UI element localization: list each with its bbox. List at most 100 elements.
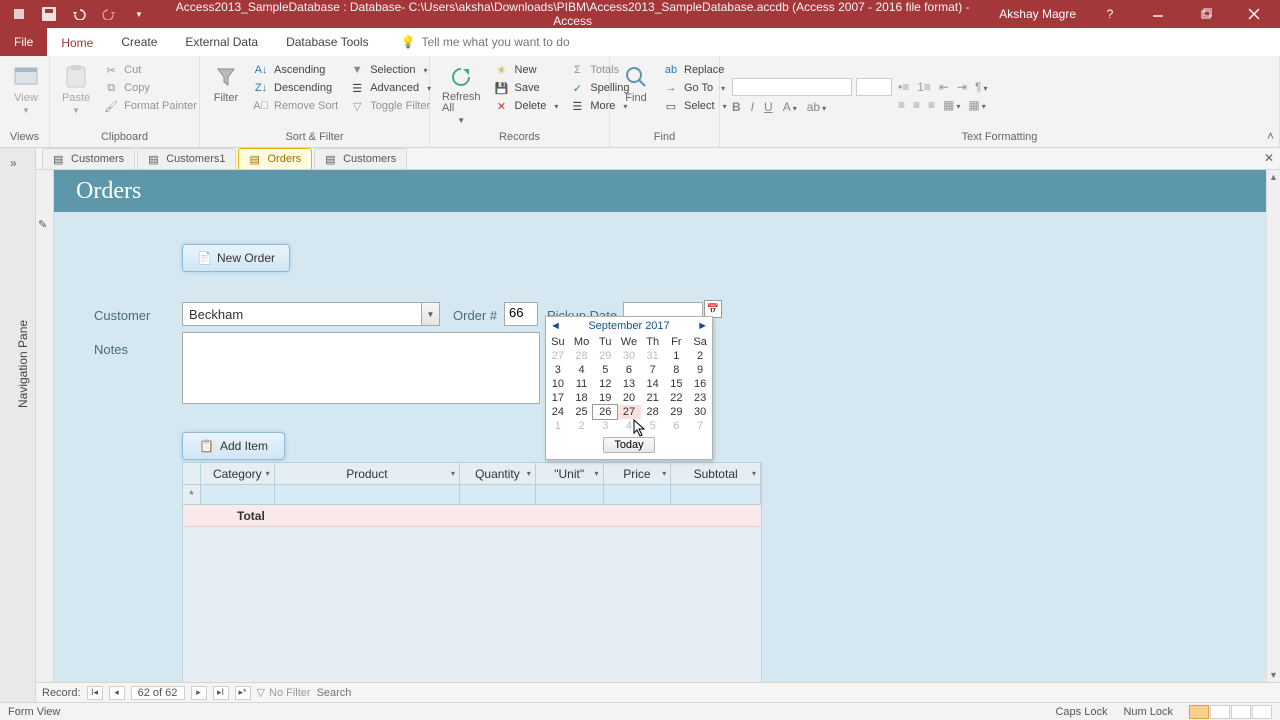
filter-arrow-icon[interactable]: ▾	[752, 469, 756, 478]
calendar-day[interactable]: 27	[546, 349, 570, 363]
selection-button[interactable]: ▼Selection▾	[348, 62, 433, 78]
refresh-all-button[interactable]: Refresh All▼	[438, 60, 485, 129]
remove-sort-button[interactable]: A⃠Remove Sort	[252, 98, 340, 114]
calendar-day[interactable]: 17	[546, 391, 570, 405]
customer-combobox[interactable]: Beckham ▼	[182, 302, 440, 326]
expand-navpane-icon[interactable]: »	[10, 156, 17, 170]
calendar-day[interactable]: 26	[593, 405, 617, 419]
tell-me[interactable]: 💡 Tell me what you want to do	[383, 28, 570, 56]
calendar-day[interactable]: 16	[688, 377, 712, 391]
font-size-select[interactable]	[856, 78, 892, 96]
calendar-day[interactable]: 21	[641, 391, 665, 405]
calendar-day[interactable]: 3	[546, 363, 570, 377]
prev-record-icon[interactable]: ◂	[109, 686, 125, 700]
dropdown-arrow-icon[interactable]: ▼	[421, 303, 439, 325]
tab-customers[interactable]: ▤Customers	[42, 148, 135, 169]
gridlines-button[interactable]: ▦▾	[968, 98, 985, 112]
select-button[interactable]: ▭Select▾	[662, 98, 729, 114]
new-record-button[interactable]: ✳New	[493, 62, 561, 78]
calendar-day[interactable]: 6	[617, 363, 641, 377]
calendar-day[interactable]: 22	[665, 391, 689, 405]
calendar-day[interactable]: 18	[570, 391, 594, 405]
last-record-icon[interactable]: ▸I	[213, 686, 229, 700]
notes-textarea[interactable]	[182, 332, 540, 404]
calendar-day[interactable]: 28	[570, 349, 594, 363]
design-view-button[interactable]	[1252, 705, 1272, 719]
calendar-day[interactable]: 13	[617, 377, 641, 391]
record-selector-gutter[interactable]: ✎	[36, 170, 54, 682]
ordernum-field[interactable]: 66	[504, 302, 538, 326]
tab-file[interactable]: File	[0, 28, 47, 56]
filter-arrow-icon[interactable]: ▾	[266, 469, 270, 478]
col-product[interactable]: Product▾	[275, 463, 460, 484]
calendar-day[interactable]: 30	[617, 349, 641, 363]
row-selector-header[interactable]	[183, 463, 201, 484]
layout-view-button[interactable]	[1231, 705, 1251, 719]
restore-icon[interactable]	[1192, 5, 1220, 23]
save-icon[interactable]	[40, 5, 58, 23]
minimize-icon[interactable]	[1144, 5, 1172, 23]
record-position[interactable]: 62 of 62	[131, 686, 185, 700]
save-record-button[interactable]: 💾Save	[493, 80, 561, 96]
calendar-day[interactable]: 20	[617, 391, 641, 405]
scroll-down-icon[interactable]: ▼	[1267, 668, 1280, 682]
font-family-select[interactable]	[732, 78, 852, 96]
calendar-day[interactable]: 7	[641, 363, 665, 377]
calendar-day[interactable]: 5	[641, 419, 665, 433]
copy-button[interactable]: ⧉Copy	[102, 80, 199, 96]
totals-button[interactable]: ΣTotals	[568, 62, 631, 78]
filter-arrow-icon[interactable]: ▾	[662, 469, 666, 478]
next-record-icon[interactable]: ▸	[191, 686, 207, 700]
calendar-day[interactable]: 12	[593, 377, 617, 391]
calendar-day[interactable]: 23	[688, 391, 712, 405]
col-category[interactable]: Category▾	[201, 463, 275, 484]
tab-external-data[interactable]: External Data	[171, 28, 272, 56]
filter-button[interactable]: Filter	[208, 60, 244, 108]
calendar-day[interactable]: 10	[546, 377, 570, 391]
ascending-button[interactable]: A↓Ascending	[252, 62, 340, 78]
tab-create[interactable]: Create	[107, 28, 171, 56]
calendar-day[interactable]: 24	[546, 405, 570, 419]
align-left-button[interactable]: ≡	[898, 98, 905, 112]
col-subtotal[interactable]: Subtotal▾	[671, 463, 761, 484]
form-view-button[interactable]	[1189, 705, 1209, 719]
cut-button[interactable]: ✂Cut	[102, 62, 199, 78]
tab-home[interactable]: Home	[47, 28, 107, 56]
vertical-scrollbar[interactable]: ▲ ▼	[1266, 170, 1280, 682]
calendar-day[interactable]: 7	[688, 419, 712, 433]
bold-button[interactable]: B	[732, 100, 741, 114]
calendar-day[interactable]: 29	[665, 405, 689, 419]
new-record-nav-icon[interactable]: ▸*	[235, 686, 251, 700]
align-right-button[interactable]: ≡	[928, 98, 935, 112]
numbering-button[interactable]: 1≡	[917, 80, 931, 94]
no-filter-indicator[interactable]: ▽No Filter	[257, 686, 311, 699]
calendar-day[interactable]: 27	[617, 405, 641, 419]
close-tab-icon[interactable]: ✕	[1264, 151, 1274, 165]
calendar-day[interactable]: 19	[593, 391, 617, 405]
calendar-day[interactable]: 30	[688, 405, 712, 419]
replace-button[interactable]: abReplace	[662, 62, 729, 78]
col-unit[interactable]: "Unit"▾	[536, 463, 604, 484]
new-order-button[interactable]: 📄 New Order	[182, 244, 290, 272]
fill-color-button[interactable]: ▦▾	[943, 98, 960, 112]
align-center-button[interactable]: ≡	[913, 98, 920, 112]
account-name[interactable]: Akshay Magre	[999, 7, 1076, 21]
filter-arrow-icon[interactable]: ▾	[451, 469, 455, 478]
toggle-filter-button[interactable]: ▽Toggle Filter	[348, 98, 433, 114]
calendar-day[interactable]: 9	[688, 363, 712, 377]
calendar-day[interactable]: 2	[688, 349, 712, 363]
text-direction-button[interactable]: ¶▾	[975, 80, 987, 94]
calendar-day[interactable]: 28	[641, 405, 665, 419]
collapse-ribbon-icon[interactable]: ˄	[1267, 129, 1274, 143]
tab-orders[interactable]: ▤Orders	[238, 148, 312, 169]
qat-customize-icon[interactable]: ▼	[130, 5, 148, 23]
view-button[interactable]: View▼	[8, 60, 44, 119]
filter-arrow-icon[interactable]: ▾	[595, 469, 599, 478]
italic-button[interactable]: I	[751, 100, 754, 114]
calendar-day[interactable]: 5	[593, 363, 617, 377]
calendar-day[interactable]: 4	[570, 363, 594, 377]
calendar-day[interactable]: 8	[665, 363, 689, 377]
calendar-day[interactable]: 2	[570, 419, 594, 433]
delete-record-button[interactable]: ✕Delete▾	[493, 98, 561, 114]
calendar-day[interactable]: 3	[593, 419, 617, 433]
